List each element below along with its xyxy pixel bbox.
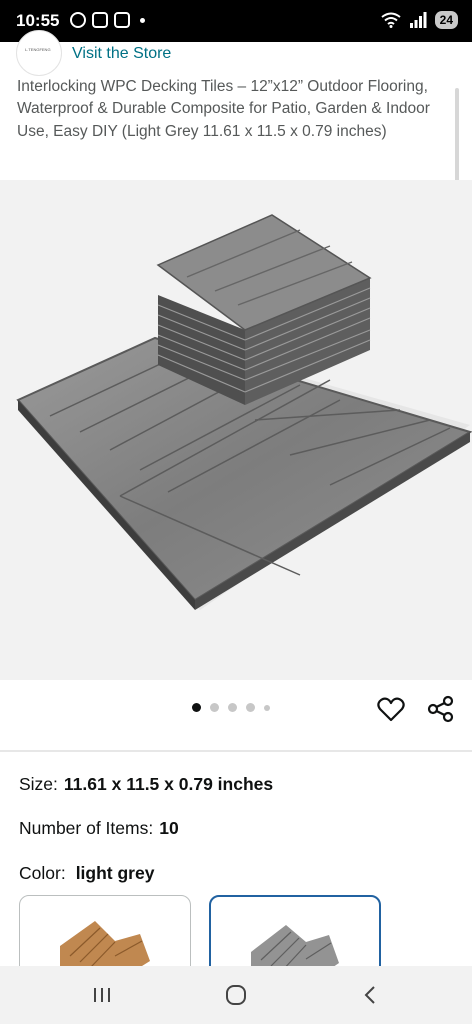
whatsapp-icon bbox=[70, 12, 86, 28]
product-title: Interlocking WPC Decking Tiles – 12”x12”… bbox=[17, 78, 430, 140]
tile-stack bbox=[156, 214, 372, 405]
signal-icon bbox=[409, 12, 427, 28]
carousel-dot[interactable] bbox=[228, 703, 237, 712]
section-divider bbox=[0, 750, 472, 752]
home-icon bbox=[226, 985, 246, 1005]
share-button[interactable] bbox=[426, 694, 456, 724]
share-icon bbox=[427, 695, 454, 723]
add-to-list-button[interactable] bbox=[376, 694, 406, 724]
heart-icon bbox=[377, 697, 405, 722]
notification-dot-icon bbox=[140, 17, 145, 23]
status-time: 10:55 bbox=[16, 11, 60, 30]
wifi-icon bbox=[381, 12, 401, 28]
color-value: light grey bbox=[75, 863, 155, 883]
image-carousel-indicator bbox=[192, 703, 270, 712]
decking-tiles-photo bbox=[16, 214, 472, 610]
size-row: Size: 11.61 x 11.5 x 0.79 inches bbox=[19, 774, 273, 795]
visit-store-link[interactable]: Visit the Store bbox=[72, 45, 171, 63]
size-label: Size: bbox=[19, 774, 58, 794]
carousel-dot[interactable] bbox=[264, 704, 270, 711]
recent-apps-button[interactable] bbox=[82, 978, 122, 1012]
carousel-dot[interactable] bbox=[246, 703, 255, 712]
color-row: Color: light grey bbox=[19, 863, 154, 884]
back-button[interactable] bbox=[350, 978, 390, 1012]
number-of-items-row: Number of Items: 10 bbox=[19, 818, 179, 839]
product-image[interactable] bbox=[0, 180, 472, 680]
store-logo[interactable]: L.TENGFENG bbox=[16, 30, 62, 76]
home-button[interactable] bbox=[216, 978, 256, 1012]
status-system-icons: 24 bbox=[381, 11, 458, 29]
carousel-dot[interactable] bbox=[210, 703, 219, 712]
store-logo-text: L.TENGFENG bbox=[25, 47, 51, 52]
screenshot-icon bbox=[92, 12, 108, 28]
color-label: Color: bbox=[19, 863, 66, 883]
system-navigation-bar bbox=[0, 966, 472, 1024]
items-value: 10 bbox=[159, 818, 179, 838]
instagram-icon bbox=[114, 12, 130, 28]
back-icon bbox=[364, 986, 375, 1004]
battery-icon: 24 bbox=[434, 11, 458, 29]
status-bar: 10:55 24 bbox=[0, 0, 472, 42]
items-label: Number of Items: bbox=[19, 818, 154, 838]
carousel-dot-active[interactable] bbox=[192, 703, 201, 712]
status-notification-icons bbox=[70, 12, 145, 28]
recent-apps-icon bbox=[94, 988, 110, 1002]
size-value: 11.61 x 11.5 x 0.79 inches bbox=[63, 774, 274, 794]
scrollbar-thumb[interactable] bbox=[455, 88, 459, 188]
